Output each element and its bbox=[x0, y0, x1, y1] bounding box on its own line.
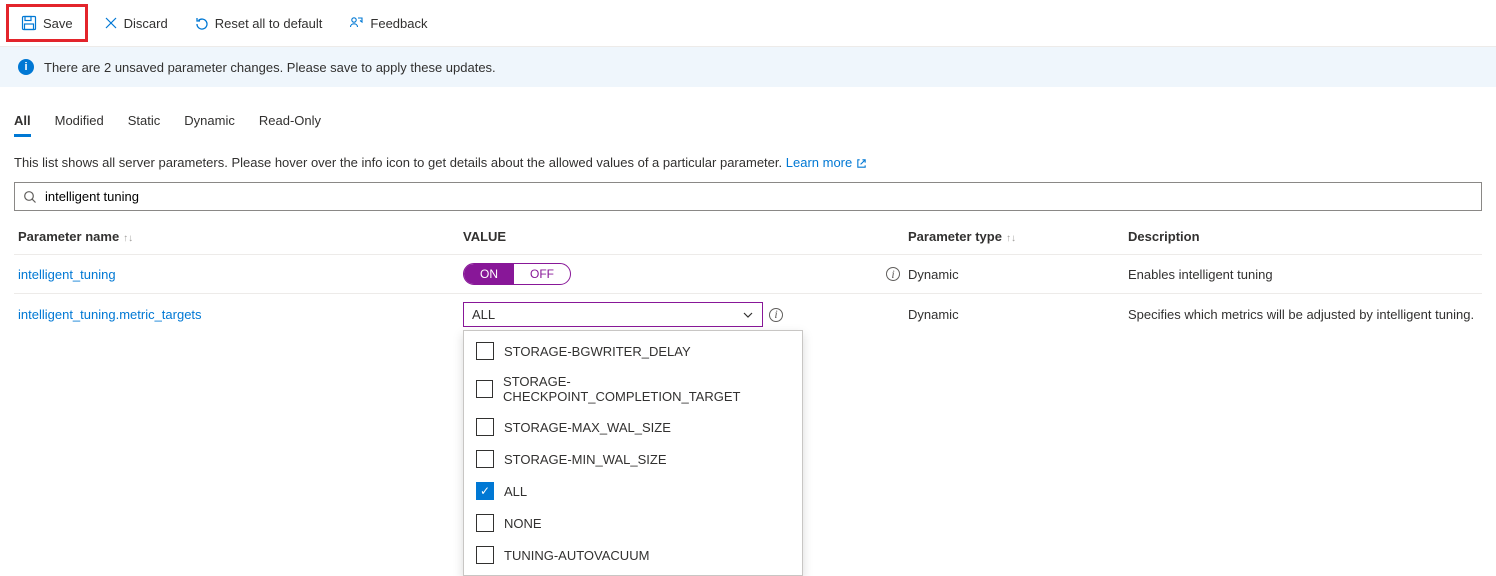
toggle-switch[interactable]: ON OFF bbox=[463, 263, 571, 285]
description-line: This list shows all server parameters. P… bbox=[14, 155, 1482, 170]
search-box[interactable] bbox=[14, 182, 1482, 211]
sort-icon: ↑↓ bbox=[1002, 233, 1016, 244]
combo-option-label: STORAGE-MIN_WAL_SIZE bbox=[504, 452, 667, 467]
search-icon bbox=[23, 190, 37, 204]
combo-option-label: NONE bbox=[504, 516, 542, 531]
combo-option-label: STORAGE-BGWRITER_DELAY bbox=[504, 344, 691, 359]
combo-option[interactable]: ✓ ALL bbox=[464, 475, 802, 507]
info-icon: i bbox=[18, 59, 34, 75]
combo-option-label: STORAGE-MAX_WAL_SIZE bbox=[504, 420, 671, 435]
table-row: intelligent_tuning.metric_targets ALL i … bbox=[14, 294, 1482, 336]
combo-option[interactable]: NONE bbox=[464, 507, 802, 539]
combo-option[interactable]: TUNING-AUTOVACUUM bbox=[464, 539, 802, 571]
param-desc: Specifies which metrics will be adjusted… bbox=[1124, 294, 1482, 336]
combo-dropdown: STORAGE-BGWRITER_DELAY STORAGE-CHECKPOINT… bbox=[463, 330, 803, 576]
tabs: All Modified Static Dynamic Read-Only bbox=[14, 101, 1482, 137]
sort-icon: ↑↓ bbox=[119, 233, 133, 244]
toolbar: Save Discard Reset all to default Feedba… bbox=[0, 0, 1496, 47]
combo-select[interactable]: ALL bbox=[463, 302, 763, 327]
reset-label: Reset all to default bbox=[215, 16, 323, 31]
param-name-link[interactable]: intelligent_tuning.metric_targets bbox=[18, 307, 202, 322]
combo-option-label: STORAGE-CHECKPOINT_COMPLETION_TARGET bbox=[503, 374, 790, 404]
info-icon[interactable]: i bbox=[769, 308, 783, 322]
chevron-down-icon bbox=[742, 309, 754, 321]
checkbox[interactable] bbox=[476, 380, 493, 398]
combo-option[interactable]: STORAGE-BGWRITER_DELAY bbox=[464, 335, 802, 367]
feedback-label: Feedback bbox=[370, 16, 427, 31]
combo-option[interactable]: STORAGE-CHECKPOINT_COMPLETION_TARGET bbox=[464, 367, 802, 411]
tab-static[interactable]: Static bbox=[128, 107, 161, 137]
search-input[interactable] bbox=[43, 187, 1473, 206]
reset-icon bbox=[194, 16, 209, 31]
toggle-off: OFF bbox=[514, 264, 570, 284]
learn-more-link[interactable]: Learn more bbox=[786, 155, 867, 170]
col-header-desc[interactable]: Description bbox=[1124, 219, 1482, 255]
save-highlight-box: Save bbox=[6, 4, 88, 42]
tab-readonly[interactable]: Read-Only bbox=[259, 107, 321, 137]
learn-more-label: Learn more bbox=[786, 155, 852, 170]
content-area: All Modified Static Dynamic Read-Only Th… bbox=[0, 87, 1496, 349]
combo-option-label: TUNING-AUTOVACUUM bbox=[504, 548, 649, 563]
feedback-icon bbox=[348, 15, 364, 31]
info-bar: i There are 2 unsaved parameter changes.… bbox=[0, 47, 1496, 87]
toggle-on: ON bbox=[464, 264, 514, 284]
param-name-link[interactable]: intelligent_tuning bbox=[18, 267, 116, 282]
col-header-name[interactable]: Parameter name↑↓ bbox=[14, 219, 459, 255]
checkbox[interactable]: ✓ bbox=[476, 482, 494, 500]
save-button[interactable]: Save bbox=[11, 9, 83, 37]
parameters-table: Parameter name↑↓ VALUE Parameter type↑↓ … bbox=[14, 219, 1482, 335]
checkbox[interactable] bbox=[476, 514, 494, 532]
reset-button[interactable]: Reset all to default bbox=[184, 10, 333, 37]
save-label: Save bbox=[43, 16, 73, 31]
checkbox[interactable] bbox=[476, 418, 494, 436]
tab-dynamic[interactable]: Dynamic bbox=[184, 107, 235, 137]
info-icon[interactable]: i bbox=[886, 267, 900, 281]
combo-option[interactable]: STORAGE-MIN_WAL_SIZE bbox=[464, 443, 802, 475]
table-row: intelligent_tuning ON OFF i Dynamic Enab… bbox=[14, 255, 1482, 294]
col-header-value[interactable]: VALUE bbox=[459, 219, 904, 255]
col-header-type[interactable]: Parameter type↑↓ bbox=[904, 219, 1124, 255]
discard-label: Discard bbox=[124, 16, 168, 31]
discard-button[interactable]: Discard bbox=[94, 10, 178, 37]
feedback-button[interactable]: Feedback bbox=[338, 9, 437, 37]
param-type: Dynamic bbox=[904, 255, 1124, 294]
external-link-icon bbox=[856, 158, 867, 169]
combo-option-label: ALL bbox=[504, 484, 527, 499]
info-message: There are 2 unsaved parameter changes. P… bbox=[44, 60, 496, 75]
close-icon bbox=[104, 16, 118, 30]
param-type: Dynamic bbox=[904, 294, 1124, 336]
description-text: This list shows all server parameters. P… bbox=[14, 155, 782, 170]
checkbox[interactable] bbox=[476, 450, 494, 468]
checkbox[interactable] bbox=[476, 342, 494, 360]
tab-all[interactable]: All bbox=[14, 107, 31, 137]
save-icon bbox=[21, 15, 37, 31]
combo-option[interactable]: STORAGE-MAX_WAL_SIZE bbox=[464, 411, 802, 443]
combo-value: ALL bbox=[472, 307, 495, 322]
checkbox[interactable] bbox=[476, 546, 494, 564]
param-desc: Enables intelligent tuning bbox=[1124, 255, 1482, 294]
tab-modified[interactable]: Modified bbox=[55, 107, 104, 137]
